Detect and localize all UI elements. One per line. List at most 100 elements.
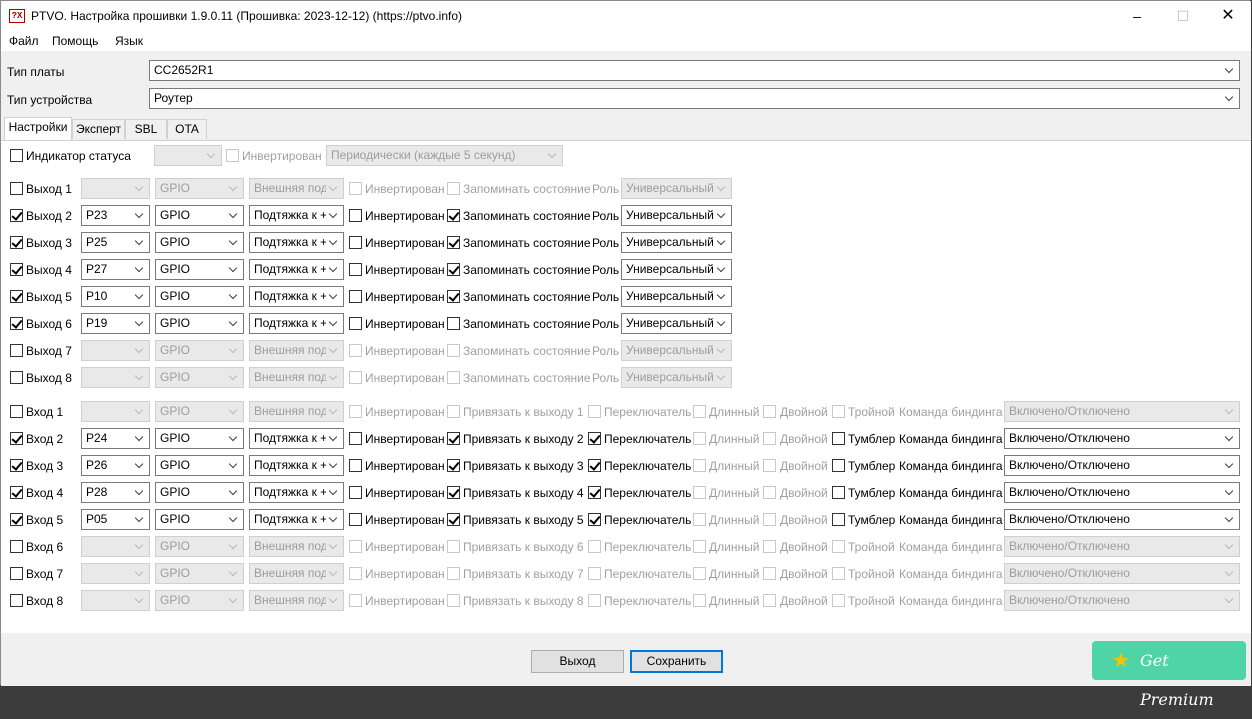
input-command-select[interactable]: Включено/Отключено	[1004, 563, 1240, 584]
output-pin-select[interactable]: P19	[81, 313, 150, 334]
output-enabled-checkbox[interactable]	[10, 317, 23, 330]
input-triple-checkbox[interactable]	[832, 567, 845, 580]
input-pull-select[interactable]: Подтяжка к +	[249, 509, 344, 530]
input-pin-select[interactable]: P28	[81, 482, 150, 503]
input-switch-checkbox[interactable]	[588, 513, 601, 526]
input-triple-checkbox[interactable]	[832, 594, 845, 607]
input-switch-checkbox[interactable]	[588, 432, 601, 445]
output-enabled-checkbox[interactable]	[10, 236, 23, 249]
input-double-checkbox[interactable]	[763, 540, 776, 553]
input-bind-checkbox[interactable]	[447, 432, 460, 445]
input-pin-select[interactable]	[81, 401, 150, 422]
save-button[interactable]: Сохранить	[630, 650, 723, 673]
input-inverted-checkbox[interactable]	[349, 459, 362, 472]
input-type-select[interactable]: GPIO	[155, 401, 244, 422]
tab-expert[interactable]: Эксперт	[72, 119, 125, 139]
input-triple-checkbox[interactable]	[832, 540, 845, 553]
output-enabled-checkbox[interactable]	[10, 263, 23, 276]
input-pull-select[interactable]: Внешняя подт	[249, 590, 344, 611]
board-type-select[interactable]: CC2652R1	[149, 60, 1240, 81]
output-role-select[interactable]: Универсальный	[621, 367, 732, 388]
input-type-select[interactable]: GPIO	[155, 590, 244, 611]
output-enabled-checkbox[interactable]	[10, 344, 23, 357]
input-switch-checkbox[interactable]	[588, 486, 601, 499]
input-command-select[interactable]: Включено/Отключено	[1004, 590, 1240, 611]
output-role-select[interactable]: Универсальный	[621, 340, 732, 361]
input-pull-select[interactable]: Внешняя подт	[249, 401, 344, 422]
output-pull-select[interactable]: Внешняя подт	[249, 178, 344, 199]
input-double-checkbox[interactable]	[763, 486, 776, 499]
output-inverted-checkbox[interactable]	[349, 317, 362, 330]
input-triple-checkbox[interactable]	[832, 459, 845, 472]
input-inverted-checkbox[interactable]	[349, 567, 362, 580]
input-inverted-checkbox[interactable]	[349, 405, 362, 418]
output-pin-select[interactable]: P10	[81, 286, 150, 307]
output-remember-checkbox[interactable]	[447, 209, 460, 222]
input-bind-checkbox[interactable]	[447, 459, 460, 472]
input-type-select[interactable]: GPIO	[155, 428, 244, 449]
input-switch-checkbox[interactable]	[588, 567, 601, 580]
input-pin-select[interactable]: P05	[81, 509, 150, 530]
input-long-checkbox[interactable]	[693, 432, 706, 445]
output-pin-select[interactable]: P25	[81, 232, 150, 253]
input-enabled-checkbox[interactable]	[10, 486, 23, 499]
input-enabled-checkbox[interactable]	[10, 540, 23, 553]
input-switch-checkbox[interactable]	[588, 405, 601, 418]
input-long-checkbox[interactable]	[693, 513, 706, 526]
output-pull-select[interactable]: Подтяжка к +	[249, 259, 344, 280]
input-long-checkbox[interactable]	[693, 486, 706, 499]
input-command-select[interactable]: Включено/Отключено	[1004, 455, 1240, 476]
input-switch-checkbox[interactable]	[588, 594, 601, 607]
input-inverted-checkbox[interactable]	[349, 513, 362, 526]
input-bind-checkbox[interactable]	[447, 567, 460, 580]
output-pin-select[interactable]	[81, 367, 150, 388]
output-type-select[interactable]: GPIO	[155, 259, 244, 280]
input-inverted-checkbox[interactable]	[349, 432, 362, 445]
input-pin-select[interactable]	[81, 563, 150, 584]
input-command-select[interactable]: Включено/Отключено	[1004, 509, 1240, 530]
output-pin-select[interactable]: P23	[81, 205, 150, 226]
output-pin-select[interactable]	[81, 178, 150, 199]
output-inverted-checkbox[interactable]	[349, 263, 362, 276]
input-type-select[interactable]: GPIO	[155, 563, 244, 584]
input-command-select[interactable]: Включено/Отключено	[1004, 428, 1240, 449]
get-premium-button[interactable]: ★ Get Premium	[1092, 641, 1246, 709]
output-remember-checkbox[interactable]	[447, 290, 460, 303]
tab-settings[interactable]: Настройки	[4, 117, 72, 140]
output-pull-select[interactable]: Подтяжка к +	[249, 232, 344, 253]
input-double-checkbox[interactable]	[763, 513, 776, 526]
output-enabled-checkbox[interactable]	[10, 182, 23, 195]
input-double-checkbox[interactable]	[763, 432, 776, 445]
output-type-select[interactable]: GPIO	[155, 313, 244, 334]
input-long-checkbox[interactable]	[693, 567, 706, 580]
input-enabled-checkbox[interactable]	[10, 405, 23, 418]
input-type-select[interactable]: GPIO	[155, 509, 244, 530]
input-enabled-checkbox[interactable]	[10, 594, 23, 607]
input-triple-checkbox[interactable]	[832, 513, 845, 526]
input-triple-checkbox[interactable]	[832, 432, 845, 445]
input-pull-select[interactable]: Подтяжка к +	[249, 428, 344, 449]
input-command-select[interactable]: Включено/Отключено	[1004, 536, 1240, 557]
output-enabled-checkbox[interactable]	[10, 209, 23, 222]
output-pull-select[interactable]: Внешняя подт	[249, 367, 344, 388]
input-pull-select[interactable]: Подтяжка к +	[249, 455, 344, 476]
output-remember-checkbox[interactable]	[447, 317, 460, 330]
tab-sbl[interactable]: SBL	[125, 119, 167, 139]
output-role-select[interactable]: Универсальный	[621, 205, 732, 226]
input-long-checkbox[interactable]	[693, 540, 706, 553]
menu-file[interactable]: Файл	[9, 34, 39, 48]
device-type-select[interactable]: Роутер	[149, 88, 1240, 109]
output-type-select[interactable]: GPIO	[155, 286, 244, 307]
input-bind-checkbox[interactable]	[447, 486, 460, 499]
output-remember-checkbox[interactable]	[447, 263, 460, 276]
output-enabled-checkbox[interactable]	[10, 290, 23, 303]
output-type-select[interactable]: GPIO	[155, 340, 244, 361]
input-double-checkbox[interactable]	[763, 405, 776, 418]
output-pull-select[interactable]: Подтяжка к +	[249, 205, 344, 226]
status-mode-select[interactable]: Периодически (каждые 5 секунд)	[326, 145, 563, 166]
input-inverted-checkbox[interactable]	[349, 486, 362, 499]
maximize-icon[interactable]: ☐	[1160, 1, 1206, 31]
output-inverted-checkbox[interactable]	[349, 290, 362, 303]
input-enabled-checkbox[interactable]	[10, 567, 23, 580]
input-pin-select[interactable]	[81, 536, 150, 557]
